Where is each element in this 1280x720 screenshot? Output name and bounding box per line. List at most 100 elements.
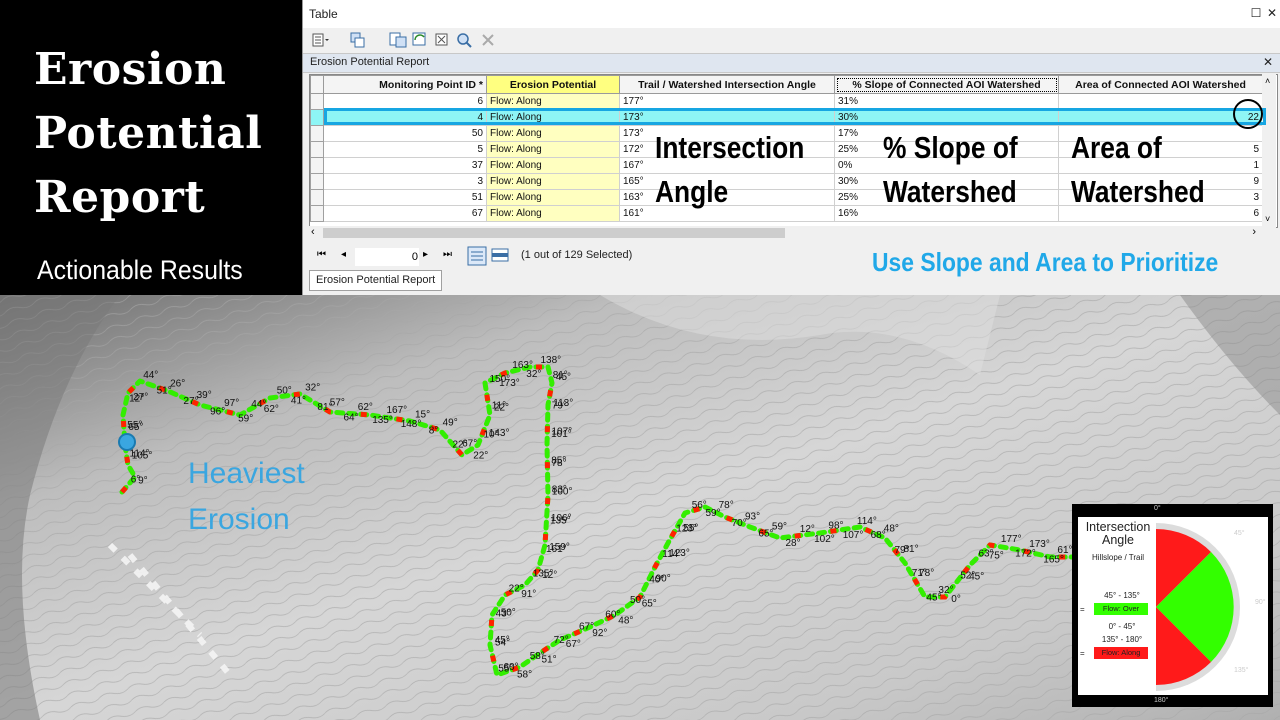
vertical-scrollbar[interactable]: ˄ ˅: [1262, 74, 1276, 226]
column-header-area[interactable]: Area of Connected AOI Watershed: [1058, 75, 1263, 94]
legend-title-line2: Angle: [1102, 533, 1134, 547]
scroll-right-icon[interactable]: ›: [1252, 226, 1256, 238]
column-header-erosion-potential[interactable]: Erosion Potential: [486, 75, 620, 94]
angle-label: 65°: [642, 599, 657, 610]
angle-label: 32°: [526, 369, 541, 380]
cell-id[interactable]: 50: [323, 125, 487, 142]
angle-label: 161°: [546, 544, 567, 555]
legend-label-over: Flow: Over: [1094, 603, 1148, 615]
column-header-angle[interactable]: Trail / Watershed Intersection Angle: [619, 75, 835, 94]
overlay-angle-line2: Angle: [655, 174, 729, 209]
horizontal-scrollbar[interactable]: ‹ ›: [309, 226, 1276, 240]
cell-erosion-potential[interactable]: Flow: Along: [486, 189, 620, 206]
angle-label: 54°: [495, 637, 510, 648]
row-selector[interactable]: [310, 93, 324, 110]
scroll-left-icon[interactable]: ‹: [311, 226, 315, 238]
legend-tick-135: 135°: [1234, 667, 1249, 674]
angle-label: 81°: [904, 544, 919, 555]
angle-label: 9°: [138, 476, 148, 487]
angle-label: 48°: [618, 615, 633, 626]
legend-range-over: 45° - 135°: [1104, 591, 1140, 600]
angle-label: 78°: [552, 458, 567, 469]
tab-close-icon[interactable]: ✕: [1263, 55, 1273, 69]
show-selected-records-icon[interactable]: [491, 247, 509, 263]
row-selector[interactable]: [310, 125, 324, 142]
select-by-attributes-icon[interactable]: [389, 31, 407, 49]
maximize-icon[interactable]: ☐: [1249, 6, 1263, 20]
cell-erosion-potential[interactable]: Flow: Along: [486, 141, 620, 158]
first-record-icon[interactable]: ⏮: [317, 249, 326, 260]
horizontal-scroll-thumb[interactable]: [323, 228, 785, 238]
angle-label: 57°: [330, 398, 345, 409]
angle-label: 51°: [542, 655, 557, 666]
angle-label: 26°: [170, 378, 185, 389]
show-all-records-icon[interactable]: [467, 246, 487, 266]
selection-count: (1 out of 129 Selected): [521, 249, 633, 261]
angle-label: 148°: [401, 419, 422, 430]
table-tab-label[interactable]: Erosion Potential Report: [310, 56, 429, 68]
overlay-angle-line1: Intersection: [655, 130, 805, 165]
cell-id[interactable]: 67: [323, 205, 487, 222]
zoom-to-selected-icon[interactable]: [455, 31, 473, 49]
angle-label: 93°: [745, 511, 760, 522]
column-header-slope[interactable]: % Slope of Connected AOI Watershed: [834, 75, 1059, 94]
scroll-down-icon[interactable]: ˅: [1265, 214, 1270, 224]
row-selector[interactable]: [310, 173, 324, 190]
clear-selection-icon[interactable]: [433, 31, 451, 49]
next-record-icon[interactable]: ▸: [423, 249, 428, 260]
window-title: Table: [309, 7, 338, 21]
angle-label: 48°: [884, 524, 899, 535]
angle-label: 173°: [499, 378, 520, 389]
bottom-table-tab[interactable]: Erosion Potential Report: [309, 270, 443, 291]
record-number-field[interactable]: 0: [355, 248, 419, 266]
row-selector[interactable]: [310, 205, 324, 222]
delete-selected-icon[interactable]: [479, 31, 497, 49]
legend-equals-over: =: [1080, 605, 1085, 614]
switch-selection-icon[interactable]: [411, 31, 429, 49]
cell-id[interactable]: 37: [323, 157, 487, 174]
angle-label: 67°: [566, 639, 581, 650]
cell-id[interactable]: 5: [323, 141, 487, 158]
cell-id[interactable]: 3: [323, 173, 487, 190]
cell-erosion-potential[interactable]: Flow: Along: [486, 157, 620, 174]
cell-id[interactable]: 51: [323, 189, 487, 206]
cell-erosion-potential[interactable]: Flow: Along: [486, 205, 620, 222]
column-header-id[interactable]: Monitoring Point ID *: [323, 75, 487, 94]
previous-record-icon[interactable]: ◂: [341, 249, 346, 260]
row-selector[interactable]: [310, 157, 324, 174]
legend-tick-0: 0°: [1154, 505, 1161, 512]
angle-label: 114°: [130, 449, 150, 460]
cell-erosion-potential[interactable]: Flow: Along: [486, 173, 620, 190]
close-icon[interactable]: ✕: [1265, 6, 1279, 20]
angle-label: 55°: [683, 523, 698, 534]
angle-label: 78°: [719, 500, 734, 511]
angle-label: 135°: [550, 516, 571, 527]
table-options-icon[interactable]: [311, 31, 329, 49]
angle-label: 101°: [551, 429, 572, 440]
table-toolbar: [303, 28, 1280, 52]
angle-label: 12°: [800, 524, 815, 535]
angle-label: 67°: [462, 439, 477, 450]
row-selector[interactable]: [310, 189, 324, 206]
row-selector[interactable]: [310, 141, 324, 158]
legend-subtitle: Hillslope / Trail: [1091, 553, 1144, 562]
row-selector[interactable]: [310, 109, 324, 126]
angle-label: 45°: [969, 571, 984, 582]
angle-label: 114°: [857, 516, 877, 527]
angle-label: 0°: [951, 594, 961, 605]
cell-erosion-potential[interactable]: Flow: Along: [486, 125, 620, 142]
related-tables-icon[interactable]: [349, 31, 367, 49]
title-panel: Erosion Potential Report Actionable Resu…: [0, 0, 302, 295]
angle-label: 45°: [556, 372, 571, 383]
angle-label: 59°: [772, 522, 787, 533]
row-header-corner: [310, 75, 324, 94]
window-titlebar: Table ☐ ✕: [303, 0, 1280, 29]
heaviest-line2: Erosion: [188, 503, 290, 536]
angle-label: 15°: [415, 409, 430, 420]
angle-label: 28°: [786, 538, 801, 549]
overlay-slope-line1: % Slope of: [883, 130, 1018, 165]
angle-label: 79°: [552, 400, 567, 411]
last-record-icon[interactable]: ⏭: [443, 249, 452, 260]
angle-label: 44°: [143, 370, 158, 381]
scroll-up-icon[interactable]: ˄: [1265, 76, 1270, 86]
